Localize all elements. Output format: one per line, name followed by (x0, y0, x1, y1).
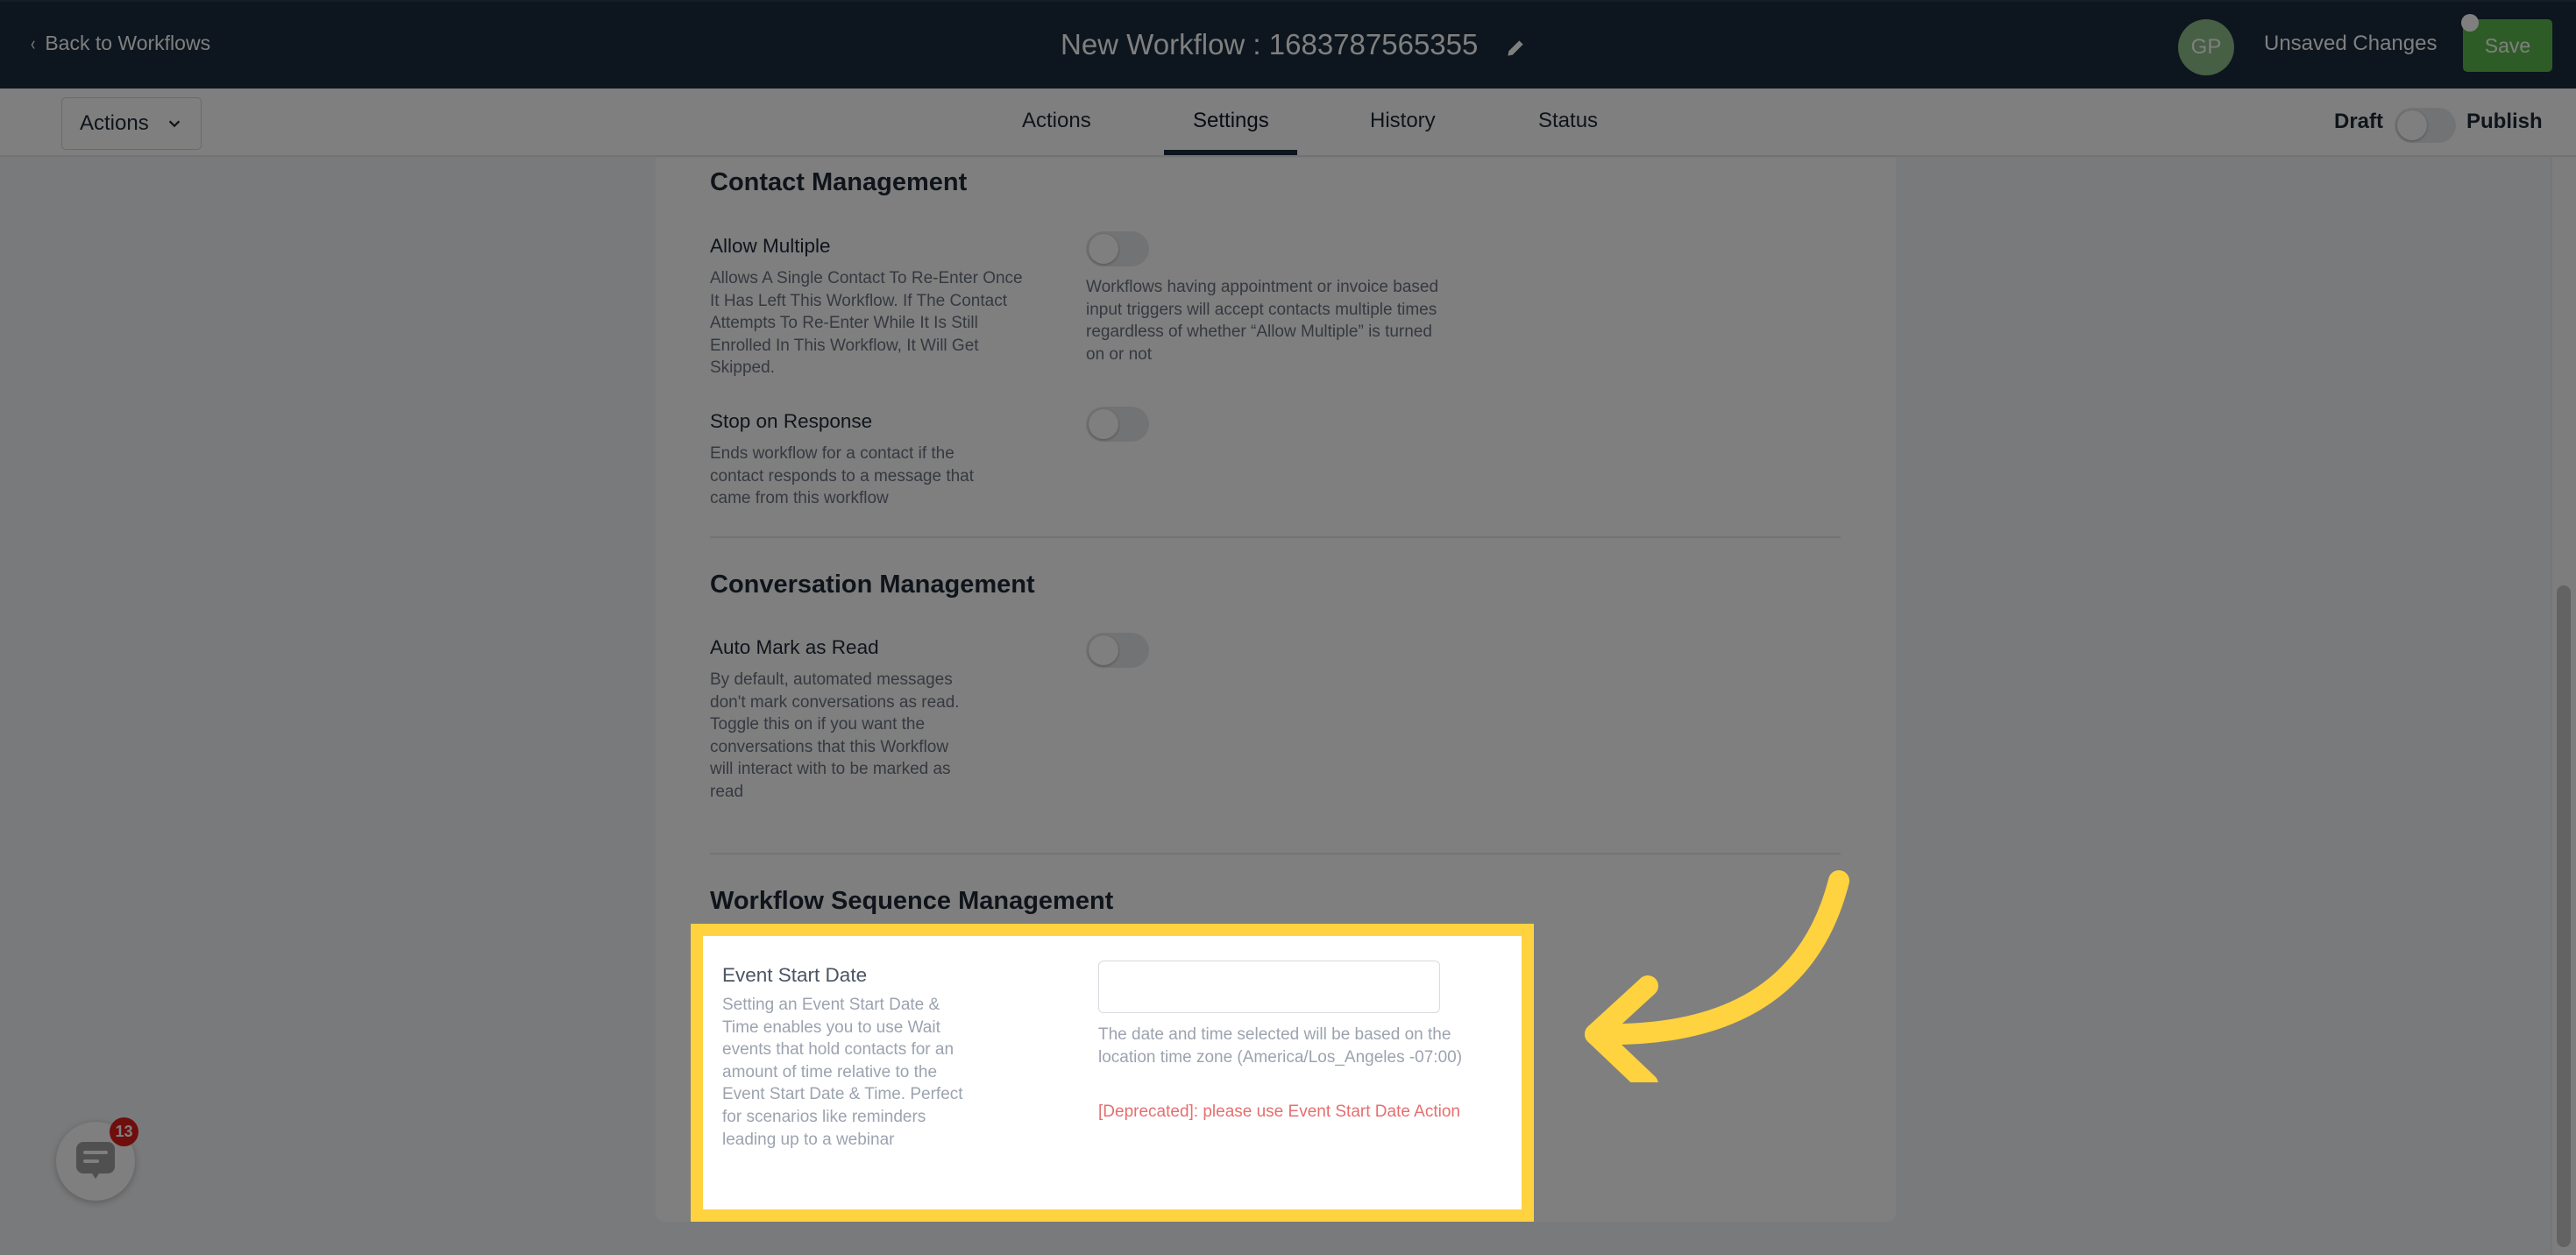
toggle-knob (1089, 409, 1118, 439)
contact-management-title: Contact Management (710, 168, 968, 196)
publish-toggle[interactable] (2395, 108, 2456, 143)
publish-label: Publish (2466, 110, 2543, 133)
tab-bar: Actions Settings History Status (0, 89, 2576, 157)
event-start-date-input[interactable] (1098, 961, 1440, 1013)
tab-history[interactable]: History (1370, 109, 1436, 133)
workflow-title-text: New Workflow : 1683787565355 (1061, 28, 1479, 60)
active-tab-indicator (1164, 150, 1297, 155)
chat-bubble-icon (76, 1142, 115, 1179)
unsaved-changes-status: Unsaved Changes (2264, 32, 2438, 55)
stop-on-response-description: Ends workflow for a contact if the conta… (710, 444, 975, 508)
auto-mark-read-description: By default, automated messages don't mar… (710, 670, 960, 801)
toggle-knob (1089, 635, 1118, 665)
user-avatar[interactable]: GP (2178, 19, 2234, 75)
event-start-date-deprecated-warning: [Deprecated]: please use Event Start Dat… (1098, 1103, 1460, 1121)
event-start-date-description: Setting an Event Start Date & Time enabl… (722, 996, 963, 1149)
allow-multiple-label: Allow Multiple (710, 235, 831, 257)
event-start-date-label: Event Start Date (722, 964, 868, 986)
chevron-left-icon: ‹ (31, 32, 36, 54)
allow-multiple-description: Allows A Single Contact To Re-Enter Once… (710, 269, 1023, 378)
section-divider (710, 536, 1841, 538)
toggle-knob (1089, 234, 1118, 264)
tab-settings[interactable]: Settings (1193, 109, 1269, 133)
event-start-date-highlight: Event Start Date Setting an Event Start … (691, 924, 1534, 1222)
toggle-knob (2397, 110, 2427, 140)
stop-on-response-label: Stop on Response (710, 410, 873, 432)
tab-status[interactable]: Status (1538, 109, 1598, 133)
back-to-workflows-link[interactable]: ‹ Back to Workflows (30, 32, 210, 55)
conversation-management-title: Conversation Management (710, 571, 1035, 599)
scrollbar-thumb[interactable] (2557, 585, 2571, 1247)
section-divider (710, 853, 1841, 854)
auto-mark-read-toggle[interactable] (1086, 633, 1149, 668)
tab-actions[interactable]: Actions (1022, 109, 1091, 133)
back-link-label: Back to Workflows (45, 32, 211, 54)
workflow-title: New Workflow : 1683787565355 (1061, 28, 1527, 61)
notification-badge: 13 (110, 1117, 138, 1146)
draft-label: Draft (2334, 110, 2384, 133)
sub-navigation: Actions Actions Settings History Status … (0, 89, 2576, 157)
auto-mark-read-label: Auto Mark as Read (710, 636, 879, 658)
allow-multiple-toggle[interactable] (1086, 231, 1149, 266)
allow-multiple-note: Workflows having appointment or invoice … (1086, 278, 1439, 364)
stop-on-response-toggle[interactable] (1086, 407, 1149, 442)
save-indicator-dot (2461, 14, 2479, 32)
workflow-sequence-management-title: Workflow Sequence Management (710, 887, 1114, 915)
event-start-date-timezone-note: The date and time selected will be based… (1098, 1025, 1463, 1067)
edit-pencil-icon[interactable] (1504, 33, 1527, 56)
